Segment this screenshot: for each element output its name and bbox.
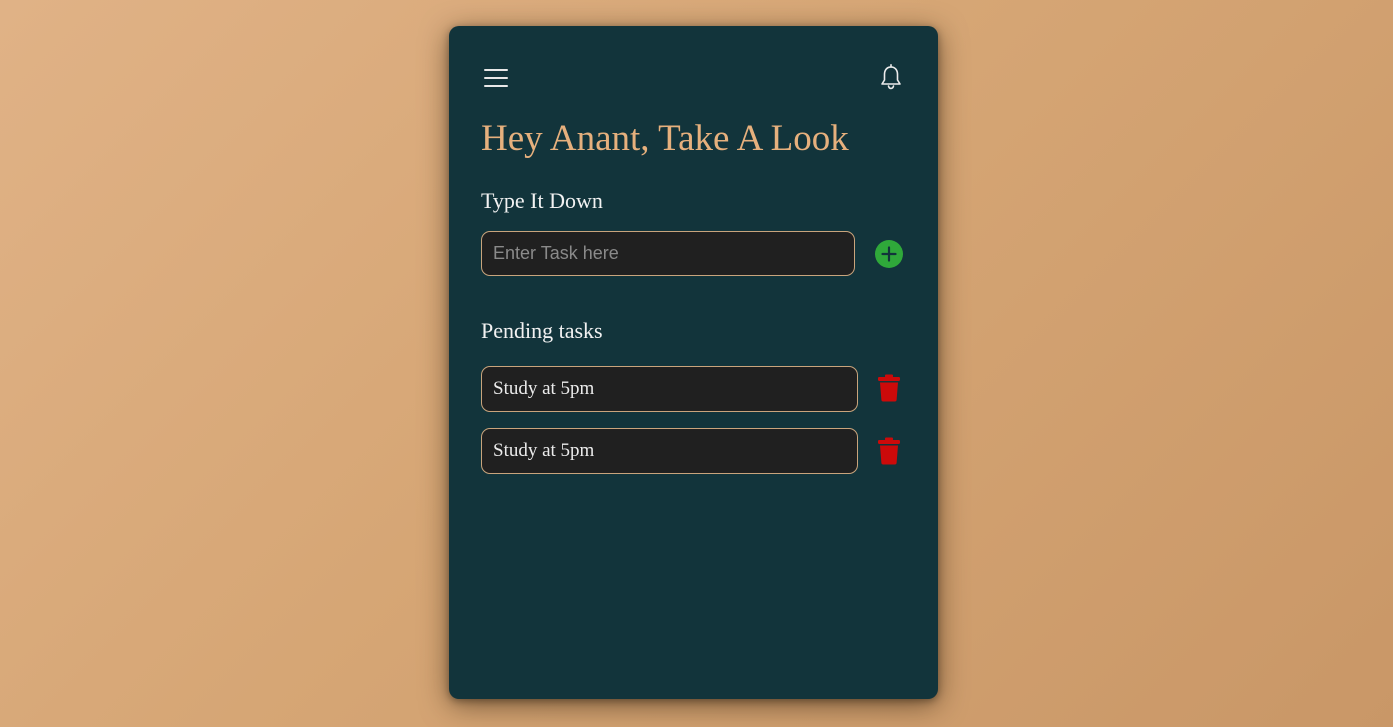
plus-circle-icon xyxy=(881,246,897,262)
add-task-button[interactable] xyxy=(875,240,903,268)
hamburger-menu-icon[interactable] xyxy=(484,66,508,90)
task-item: Study at 5pm xyxy=(481,366,858,412)
bell-icon[interactable] xyxy=(879,64,903,90)
pending-tasks-label: Pending tasks xyxy=(481,318,603,343)
greeting-heading: Hey Anant, Take A Look xyxy=(481,118,849,159)
delete-task-button[interactable] xyxy=(877,374,901,402)
top-bar xyxy=(482,64,905,92)
task-input[interactable] xyxy=(481,231,855,276)
todo-card: Hey Anant, Take A Look Type It Down Pend… xyxy=(449,26,938,699)
delete-task-button[interactable] xyxy=(877,437,901,465)
task-item: Study at 5pm xyxy=(481,428,858,474)
input-section-label: Type It Down xyxy=(481,188,603,213)
trash-icon xyxy=(878,374,900,402)
trash-icon xyxy=(878,437,900,465)
